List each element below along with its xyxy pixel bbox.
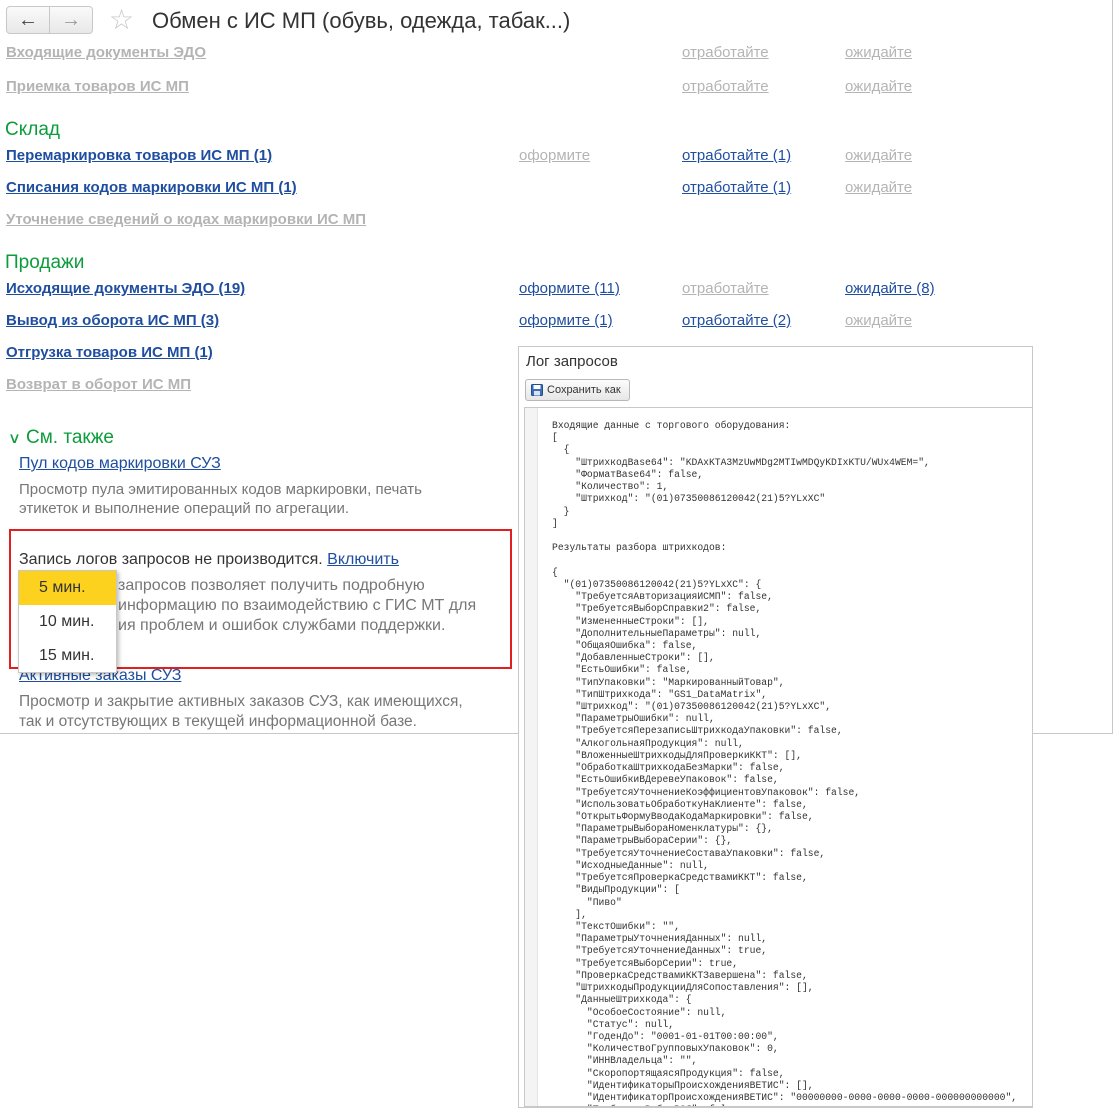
request-log-window: Лог запросов Сохранить как Входящие данн…	[518, 346, 1033, 1108]
doc-link-return[interactable]: Возврат в оборот ИС МП	[6, 376, 191, 393]
action-wait[interactable]: ожидайте	[845, 77, 912, 97]
list-item: Исходящие документы ЭДО (19)	[6, 279, 245, 299]
doc-link-withdrawal[interactable]: Вывод из оборота ИС МП (3)	[6, 312, 219, 329]
list-item: Вывод из оборота ИС МП (3)	[6, 311, 219, 331]
action-process[interactable]: отработайте	[682, 43, 769, 63]
enable-logging-link[interactable]: Включить	[327, 551, 399, 568]
forward-button[interactable]: →	[49, 6, 93, 34]
favorite-star-icon[interactable]: ☆	[109, 4, 134, 36]
log-gutter	[525, 408, 538, 1106]
log-status: Запись логов запросов не производится. В…	[19, 551, 399, 568]
description: Просмотр и закрытие активных заказов СУЗ…	[19, 693, 463, 730]
window-title: Обмен с ИС МП (обувь, одежда, табак...)	[152, 8, 571, 33]
list-item: Возврат в оборот ИС МП	[6, 375, 191, 395]
log-content: Входящие данные с торгового оборудования…	[552, 420, 1018, 1106]
action-wait[interactable]: ожидайте (8)	[845, 279, 935, 299]
list-item: Перемаркировка товаров ИС МП (1)	[6, 146, 272, 166]
doc-link-outgoing-edo[interactable]: Исходящие документы ЭДО (19)	[6, 280, 245, 297]
doc-link-incoming-edo[interactable]: Входящие документы ЭДО	[6, 44, 206, 61]
chevron-down-icon: ∨	[7, 430, 22, 447]
list-item: Отгрузка товаров ИС МП (1)	[6, 343, 213, 363]
arrow-right-icon: →	[61, 8, 81, 31]
log-description: запросов позволяет получить подробную ин…	[118, 577, 477, 634]
list-item: Приемка товаров ИС МП	[6, 77, 189, 97]
dropdown-option-15min[interactable]: 15 мин.	[19, 639, 116, 673]
link-suz-code-pool[interactable]: Пул кодов маркировки СУЗ	[19, 455, 221, 472]
description: Просмотр пула эмитированных кодов маркир…	[19, 481, 422, 517]
list-item: Уточнение сведений о кодах маркировки ИС…	[6, 210, 366, 230]
back-button[interactable]: ←	[6, 6, 50, 34]
doc-link-remarking[interactable]: Перемаркировка товаров ИС МП (1)	[6, 147, 272, 164]
action-process[interactable]: отработайте	[682, 279, 769, 299]
action-create[interactable]: оформите (1)	[519, 311, 613, 331]
action-wait[interactable]: ожидайте	[845, 146, 912, 166]
action-process[interactable]: отработайте (1)	[682, 178, 791, 198]
arrow-left-icon: ←	[18, 8, 38, 31]
section-heading-sales: Продажи	[5, 252, 85, 273]
action-process[interactable]: отработайте (1)	[682, 146, 791, 166]
dropdown-option-5min[interactable]: 5 мин.	[19, 571, 116, 605]
log-text-area[interactable]: Входящие данные с торгового оборудования…	[524, 407, 1033, 1107]
action-wait[interactable]: ожидайте	[845, 43, 912, 63]
doc-link-code-clarification[interactable]: Уточнение сведений о кодах маркировки ИС…	[6, 211, 366, 228]
save-as-button[interactable]: Сохранить как	[525, 379, 630, 401]
action-process[interactable]: отработайте (2)	[682, 311, 791, 331]
doc-link-shipment[interactable]: Отгрузка товаров ИС МП (1)	[6, 344, 213, 361]
log-window-title: Лог запросов	[526, 353, 618, 370]
log-duration-dropdown[interactable]: 5 мин. 10 мин. 15 мин.	[18, 570, 117, 673]
save-as-label: Сохранить как	[547, 384, 621, 396]
action-wait[interactable]: ожидайте	[845, 311, 912, 331]
list-item: Списания кодов маркировки ИС МП (1)	[6, 178, 297, 198]
action-create[interactable]: оформите (11)	[519, 279, 620, 299]
doc-link-goods-acceptance[interactable]: Приемка товаров ИС МП	[6, 78, 189, 95]
action-wait[interactable]: ожидайте	[845, 178, 912, 198]
section-heading-see-also: См. также	[25, 427, 114, 448]
floppy-disk-icon	[531, 384, 543, 396]
see-also-group[interactable]: ∨ См. также	[7, 426, 114, 451]
list-item: Входящие документы ЭДО	[6, 43, 206, 63]
action-process[interactable]: отработайте	[682, 77, 769, 97]
section-heading-warehouse: Склад	[5, 119, 60, 140]
list-item: Пул кодов маркировки СУЗ	[19, 454, 221, 474]
action-create[interactable]: оформите	[519, 146, 590, 166]
doc-link-code-writeoff[interactable]: Списания кодов маркировки ИС МП (1)	[6, 179, 297, 196]
dropdown-option-10min[interactable]: 10 мин.	[19, 605, 116, 639]
